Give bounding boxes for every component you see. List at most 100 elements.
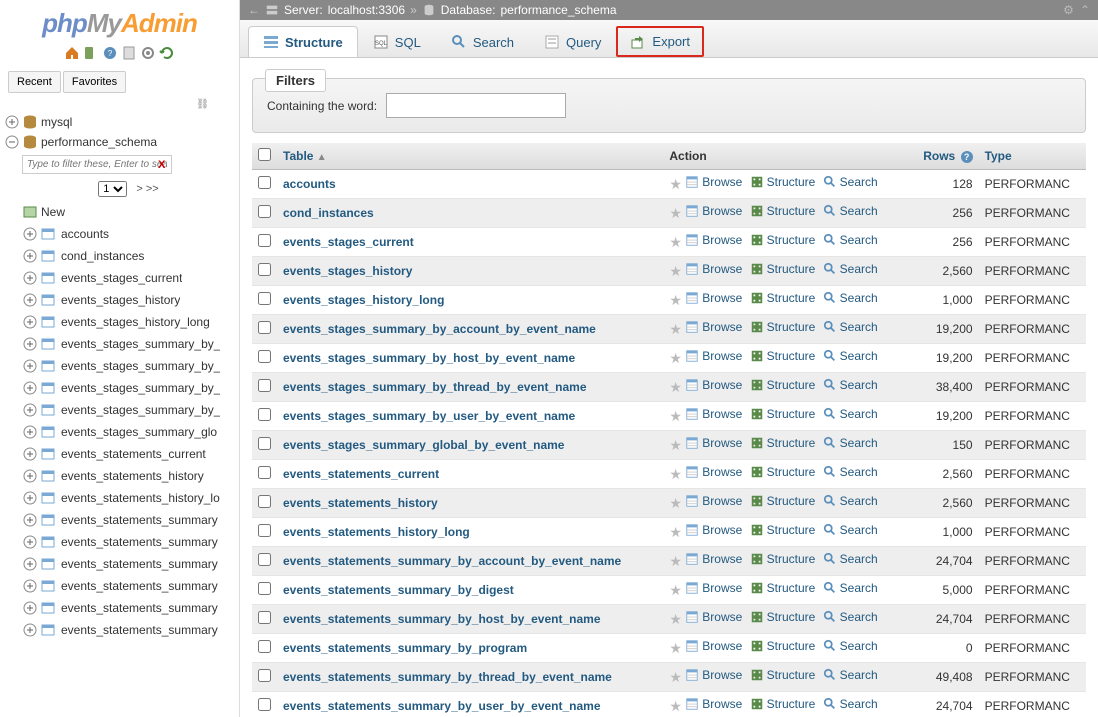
search-link[interactable]: Search — [823, 407, 878, 421]
expand-icon[interactable] — [22, 424, 38, 440]
tab-search[interactable]: Search — [436, 26, 529, 57]
page-select[interactable]: 1 — [98, 181, 127, 197]
favorite-star-icon[interactable]: ★ — [669, 582, 682, 598]
structure-link[interactable]: Structure — [750, 349, 816, 363]
favorites-button[interactable]: Favorites — [63, 71, 126, 93]
row-checkbox[interactable] — [258, 466, 271, 479]
search-link[interactable]: Search — [823, 668, 878, 682]
browse-link[interactable]: Browse — [685, 465, 742, 479]
logout-icon[interactable] — [83, 45, 99, 61]
browse-link[interactable]: Browse — [685, 610, 742, 624]
favorite-star-icon[interactable]: ★ — [669, 611, 682, 627]
sidebar-table-item[interactable]: events_statements_summary — [22, 509, 235, 531]
structure-link[interactable]: Structure — [750, 320, 816, 334]
search-link[interactable]: Search — [823, 320, 878, 334]
search-link[interactable]: Search — [823, 175, 878, 189]
collapse-panel-icon[interactable]: ⌃ — [1080, 3, 1090, 17]
table-name-link[interactable]: events_stages_summary_global_by_event_na… — [283, 438, 564, 452]
structure-link[interactable]: Structure — [750, 610, 816, 624]
expand-icon[interactable] — [22, 622, 38, 638]
structure-link[interactable]: Structure — [750, 262, 816, 276]
expand-icon[interactable] — [4, 114, 20, 130]
expand-icon[interactable] — [22, 292, 38, 308]
tab-query[interactable]: Query — [529, 26, 616, 57]
browse-link[interactable]: Browse — [685, 233, 742, 247]
search-link[interactable]: Search — [823, 581, 878, 595]
page-next-button[interactable]: > >> — [136, 183, 158, 195]
row-checkbox[interactable] — [258, 234, 271, 247]
table-name-link[interactable]: events_statements_summary_by_user_by_eve… — [283, 699, 601, 713]
sidebar-table-item[interactable]: events_stages_history_long — [22, 311, 235, 333]
favorite-star-icon[interactable]: ★ — [669, 205, 682, 221]
sidebar-table-item[interactable]: events_stages_summary_by_ — [22, 355, 235, 377]
browse-link[interactable]: Browse — [685, 175, 742, 189]
table-name-link[interactable]: events_statements_summary_by_host_by_eve… — [283, 612, 601, 626]
favorite-star-icon[interactable]: ★ — [669, 379, 682, 395]
table-name-link[interactable]: events_stages_current — [283, 235, 414, 249]
structure-link[interactable]: Structure — [750, 291, 816, 305]
search-link[interactable]: Search — [823, 465, 878, 479]
browse-link[interactable]: Browse — [685, 407, 742, 421]
table-name-link[interactable]: accounts — [283, 177, 336, 191]
expand-icon[interactable] — [22, 512, 38, 528]
check-all[interactable] — [258, 148, 271, 161]
structure-link[interactable]: Structure — [750, 697, 816, 711]
favorite-star-icon[interactable]: ★ — [669, 234, 682, 250]
expand-icon[interactable] — [22, 226, 38, 242]
table-name-link[interactable]: events_statements_summary_by_account_by_… — [283, 554, 621, 568]
sidebar-table-label[interactable]: events_statements_summary — [61, 535, 218, 549]
row-checkbox[interactable] — [258, 437, 271, 450]
browse-link[interactable]: Browse — [685, 291, 742, 305]
table-name-link[interactable]: events_stages_summary_by_host_by_event_n… — [283, 351, 575, 365]
sidebar-table-label[interactable]: events_stages_summary_by_ — [61, 337, 220, 351]
browse-link[interactable]: Browse — [685, 349, 742, 363]
tab-structure[interactable]: Structure — [248, 26, 358, 57]
table-name-link[interactable]: events_statements_summary_by_thread_by_e… — [283, 670, 612, 684]
sidebar-table-label[interactable]: cond_instances — [61, 249, 144, 263]
search-link[interactable]: Search — [823, 436, 878, 450]
favorite-star-icon[interactable]: ★ — [669, 553, 682, 569]
sidebar-table-label[interactable]: events_statements_history_lo — [61, 491, 220, 505]
structure-link[interactable]: Structure — [750, 639, 816, 653]
favorite-star-icon[interactable]: ★ — [669, 292, 682, 308]
row-checkbox[interactable] — [258, 176, 271, 189]
expand-icon[interactable] — [22, 600, 38, 616]
sql-docs-icon[interactable] — [121, 45, 137, 61]
collapse-icon[interactable] — [4, 134, 20, 150]
expand-icon[interactable] — [22, 314, 38, 330]
sidebar-table-label[interactable]: events_statements_summary — [61, 601, 218, 615]
row-checkbox[interactable] — [258, 321, 271, 334]
sidebar-table-label[interactable]: events_stages_summary_by_ — [61, 381, 220, 395]
database-link[interactable]: performance_schema — [500, 3, 616, 17]
clear-filter-icon[interactable]: X — [158, 159, 165, 171]
help-icon[interactable]: ? — [961, 151, 973, 163]
search-link[interactable]: Search — [823, 349, 878, 363]
expand-icon[interactable] — [22, 358, 38, 374]
browse-link[interactable]: Browse — [685, 639, 742, 653]
tab-sql[interactable]: SQL SQL — [358, 26, 436, 57]
browse-link[interactable]: Browse — [685, 436, 742, 450]
search-link[interactable]: Search — [823, 523, 878, 537]
sidebar-table-label[interactable]: events_statements_current — [61, 447, 206, 461]
expand-icon[interactable] — [22, 248, 38, 264]
expand-icon[interactable] — [22, 336, 38, 352]
row-checkbox[interactable] — [258, 640, 271, 653]
search-link[interactable]: Search — [823, 610, 878, 624]
sidebar-table-item[interactable]: events_statements_summary — [22, 575, 235, 597]
structure-link[interactable]: Structure — [750, 668, 816, 682]
logo[interactable]: phpMyAdmin — [0, 0, 239, 43]
col-type[interactable]: Type — [979, 143, 1086, 170]
sidebar-table-item[interactable]: events_statements_summary — [22, 531, 235, 553]
table-name-link[interactable]: cond_instances — [283, 206, 374, 220]
browse-link[interactable]: Browse — [685, 262, 742, 276]
row-checkbox[interactable] — [258, 408, 271, 421]
row-checkbox[interactable] — [258, 524, 271, 537]
search-link[interactable]: Search — [823, 262, 878, 276]
expand-icon[interactable] — [22, 578, 38, 594]
row-checkbox[interactable] — [258, 553, 271, 566]
db-perfschema-link[interactable]: performance_schema — [41, 135, 157, 149]
search-link[interactable]: Search — [823, 204, 878, 218]
structure-link[interactable]: Structure — [750, 233, 816, 247]
search-link[interactable]: Search — [823, 494, 878, 508]
table-name-link[interactable]: events_statements_summary_by_digest — [283, 583, 514, 597]
